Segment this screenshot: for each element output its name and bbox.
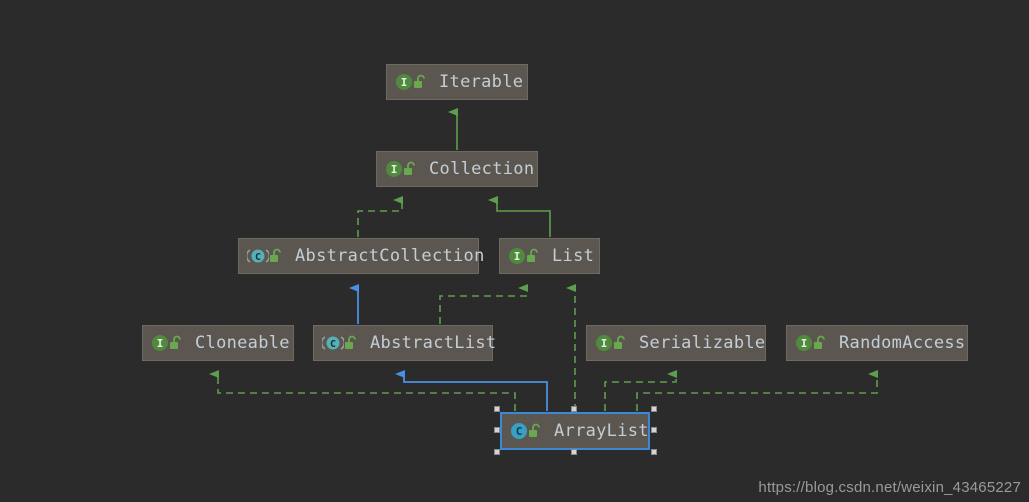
open-padlock-icon: [344, 335, 358, 351]
abstract-class-icon: C: [322, 334, 344, 352]
open-padlock-icon: [528, 423, 542, 439]
node-label: Serializable: [639, 333, 766, 353]
node-abstract-list[interactable]: C AbstractList: [313, 325, 497, 361]
node-label: Collection: [429, 159, 535, 179]
open-padlock-icon: [613, 335, 627, 351]
edge-arraylist-to-randomaccess: [636, 370, 878, 411]
node-label: AbstractList: [370, 333, 497, 353]
edge-abstractcollection-to-collection: [357, 196, 403, 237]
resize-handle-bottom-center[interactable]: [571, 449, 577, 455]
edge-abstractlist-to-list: [439, 284, 528, 324]
node-list[interactable]: I List: [499, 238, 600, 274]
interface-icon: I: [151, 334, 169, 352]
open-padlock-icon: [813, 335, 827, 351]
node-label: Cloneable: [195, 333, 290, 353]
node-cloneable[interactable]: I Cloneable: [142, 325, 294, 361]
svg-text:I: I: [157, 337, 164, 350]
svg-text:I: I: [801, 337, 808, 350]
svg-text:I: I: [391, 163, 398, 176]
resize-handle-top-center[interactable]: [571, 406, 577, 412]
edge-list-to-collection: [488, 196, 551, 237]
interface-icon: I: [395, 73, 413, 91]
edge-arraylist-to-abstractlist: [395, 370, 548, 411]
svg-text:I: I: [401, 76, 408, 89]
resize-handle-bottom-right[interactable]: [651, 449, 657, 455]
node-abstract-collection[interactable]: C AbstractCollection: [238, 238, 484, 274]
svg-text:C: C: [255, 252, 261, 263]
svg-text:I: I: [601, 337, 608, 350]
node-label: RandomAccess: [839, 333, 966, 353]
class-icon: C: [510, 422, 528, 440]
node-label: ArrayList: [554, 421, 649, 441]
open-padlock-icon: [413, 74, 427, 90]
resize-handle-top-right[interactable]: [651, 406, 657, 412]
abstract-class-icon: C: [247, 247, 269, 265]
open-padlock-icon: [526, 248, 540, 264]
node-arraylist[interactable]: C ArrayList: [500, 412, 650, 450]
resize-handle-middle-right[interactable]: [651, 427, 657, 433]
svg-text:C: C: [516, 425, 523, 438]
resize-handle-top-left[interactable]: [494, 406, 500, 412]
interface-icon: I: [508, 247, 526, 265]
node-label: Iterable: [439, 72, 524, 92]
edge-arraylist-to-serializable: [604, 370, 677, 411]
node-label: List: [552, 246, 595, 266]
resize-handle-middle-left[interactable]: [494, 427, 500, 433]
uml-diagram-canvas[interactable]: I Iterable I Collection C AbstractCollec…: [0, 0, 1029, 502]
node-random-access[interactable]: I RandomAccess: [786, 325, 968, 361]
node-label: AbstractCollection: [295, 246, 485, 266]
open-padlock-icon: [269, 248, 283, 264]
edge-arraylist-to-cloneable: [209, 370, 516, 411]
open-padlock-icon: [169, 335, 183, 351]
node-collection[interactable]: I Collection: [376, 151, 538, 187]
svg-text:C: C: [330, 339, 336, 350]
resize-handle-bottom-left[interactable]: [494, 449, 500, 455]
watermark-text: https://blog.csdn.net/weixin_43465227: [758, 479, 1021, 496]
interface-icon: I: [795, 334, 813, 352]
svg-text:I: I: [514, 250, 521, 263]
interface-icon: I: [385, 160, 403, 178]
open-padlock-icon: [403, 161, 417, 177]
node-iterable[interactable]: I Iterable: [386, 64, 528, 100]
interface-icon: I: [595, 334, 613, 352]
node-serializable[interactable]: I Serializable: [586, 325, 766, 361]
